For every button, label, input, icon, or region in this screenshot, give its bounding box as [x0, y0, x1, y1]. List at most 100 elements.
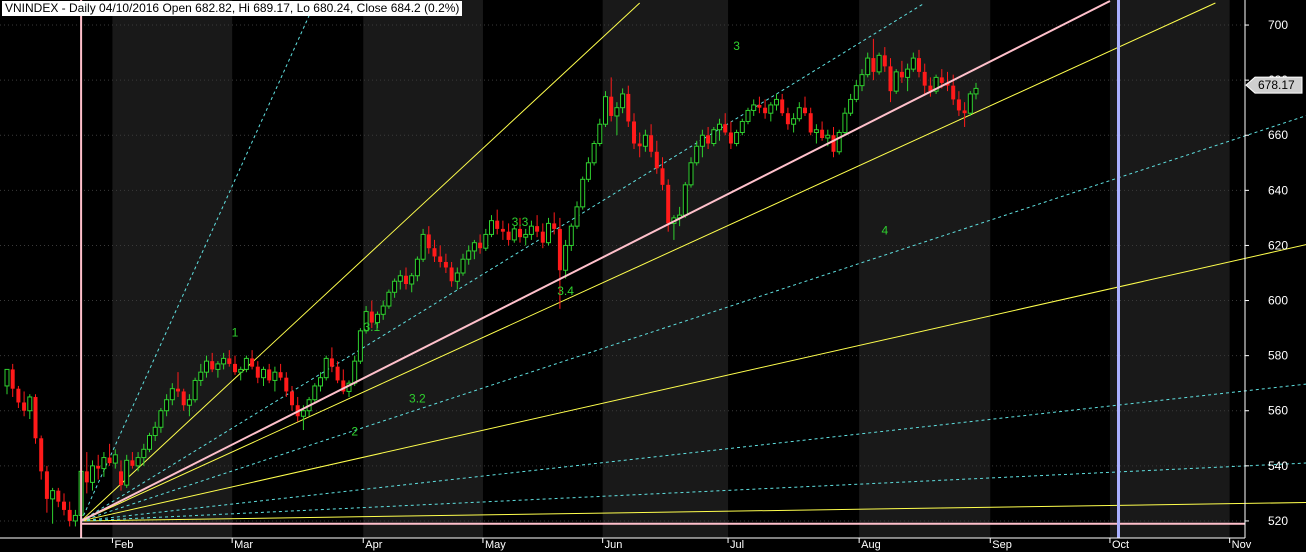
candle-body	[318, 377, 323, 387]
candle-body	[397, 275, 403, 282]
last-price-label: 678.17	[1258, 78, 1295, 92]
candle-body	[432, 248, 437, 257]
price-tick-label: 580	[1268, 349, 1288, 363]
month-band	[602, 0, 729, 538]
candle-body	[597, 123, 603, 145]
candle-body	[261, 368, 266, 379]
candle-body	[557, 228, 562, 271]
candle-body	[112, 454, 118, 464]
candle-body	[603, 96, 608, 125]
candle-body	[825, 134, 831, 139]
candle-body	[951, 85, 956, 100]
candle-body	[905, 68, 911, 78]
candle-body	[471, 242, 477, 252]
candle-body	[312, 385, 318, 401]
candle-body	[666, 184, 671, 224]
candle-body	[426, 234, 431, 249]
candle-body	[181, 391, 186, 406]
candle-body	[745, 109, 751, 122]
candle-body	[33, 396, 38, 439]
candle-body	[164, 399, 170, 412]
candle-body	[130, 460, 135, 466]
candle-body	[820, 129, 825, 138]
candle-body	[967, 93, 973, 114]
wave-label: 3	[733, 39, 740, 53]
candle-body	[751, 104, 757, 111]
header-high-label: Hi	[238, 1, 250, 15]
candle-body	[654, 151, 659, 169]
candle-body	[763, 107, 768, 114]
month-bands	[112, 0, 1230, 538]
candle-body	[506, 231, 511, 240]
candle-body	[791, 118, 797, 125]
candle-body	[329, 358, 334, 367]
candle-body	[250, 358, 255, 367]
price-tick-label: 700	[1268, 18, 1288, 32]
candle-body	[420, 233, 426, 260]
price-tick-label: 560	[1268, 404, 1288, 418]
month-tick-label: Mar	[234, 539, 253, 551]
wave-label: 1	[232, 325, 239, 339]
candle-body	[728, 132, 733, 144]
header-high: 689.17	[253, 1, 290, 15]
candle-body	[323, 357, 329, 379]
candle-body	[449, 267, 454, 282]
candle-body	[460, 258, 466, 274]
header-low: 680.24	[313, 1, 350, 15]
candle-body	[734, 131, 740, 145]
candle-body	[495, 220, 500, 229]
candle-body	[10, 369, 15, 389]
price-axis: 700680660640620600580560540520678.17	[1244, 0, 1303, 538]
candle-body	[300, 410, 306, 417]
candle-body	[922, 71, 927, 86]
candle-body	[84, 471, 89, 483]
candle-body	[198, 371, 204, 381]
candle-body	[717, 123, 722, 131]
month-band	[1109, 0, 1230, 538]
header-close-label: Close	[356, 1, 388, 15]
candle-body	[876, 54, 882, 73]
candle-body	[101, 457, 107, 470]
candle-body	[842, 112, 848, 133]
candle-body	[438, 256, 443, 262]
candle-body	[609, 96, 614, 116]
candle-body	[774, 98, 779, 106]
candle-body	[796, 107, 802, 120]
candle-body	[96, 465, 101, 469]
candle-body	[454, 272, 460, 282]
header-open-label: Open	[162, 1, 192, 15]
candle-body	[580, 178, 586, 208]
month-tick-label: Feb	[114, 539, 133, 551]
candle-body	[176, 388, 180, 392]
candle-body	[50, 490, 56, 500]
header-close: 684.2	[390, 1, 421, 15]
wave-label: 3.3	[512, 215, 529, 229]
candle-body	[290, 391, 294, 406]
month-tick-label: Aug	[861, 539, 881, 551]
candle-body	[620, 93, 626, 109]
candle-body	[124, 459, 130, 486]
candle-body	[642, 134, 648, 147]
candle-body	[404, 275, 408, 285]
candle-body	[147, 435, 152, 450]
candle-body	[939, 77, 944, 83]
candle-body	[649, 135, 654, 152]
candle-body	[899, 71, 904, 78]
candle-body	[335, 366, 340, 381]
candle-body	[255, 366, 260, 378]
candle-body	[808, 113, 813, 133]
header-low-label: Lo	[296, 1, 310, 15]
candle-body	[215, 363, 221, 370]
candle-body	[107, 457, 112, 464]
candle-body	[699, 134, 705, 147]
candle-body	[768, 104, 774, 114]
candle-body	[119, 471, 123, 486]
candle-body	[357, 330, 363, 362]
month-tick-label: Jun	[605, 539, 623, 551]
candle-body	[284, 377, 289, 392]
candle-body	[871, 58, 876, 72]
candle-body	[831, 135, 836, 152]
candle-body	[186, 399, 192, 406]
candle-body	[574, 206, 580, 227]
price-tick-label: 600	[1268, 294, 1288, 308]
